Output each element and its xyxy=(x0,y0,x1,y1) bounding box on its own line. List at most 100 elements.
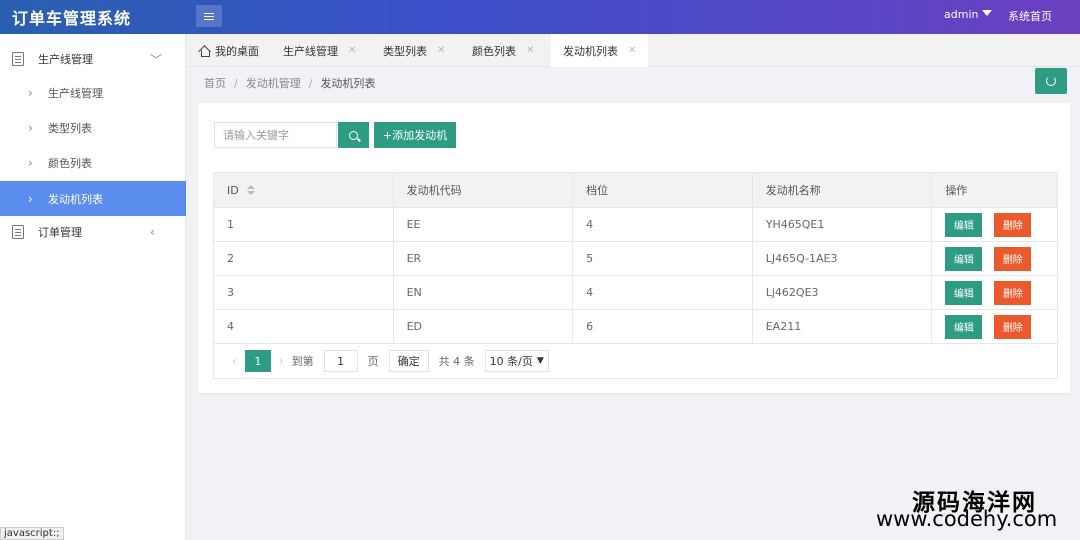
search-button[interactable] xyxy=(338,122,369,148)
sidebar-item-label: 生产线管理 xyxy=(48,86,103,100)
tab-bar: 我的桌面 生产线管理 ✕ 类型列表 ✕ 颜色列表 ✕ 发动机列表 ✕ xyxy=(187,34,1080,67)
current-page[interactable]: 1 xyxy=(244,350,271,372)
tab-type-list[interactable]: 类型列表 ✕ xyxy=(383,34,445,67)
document-icon xyxy=(12,52,24,66)
system-home-link[interactable]: 系统首页 xyxy=(1008,8,1052,24)
cell-code: EN xyxy=(394,276,574,309)
delete-button[interactable]: 删除 xyxy=(994,314,1032,339)
search-icon xyxy=(349,130,358,140)
goto-suffix: 页 xyxy=(367,355,379,368)
tab-production-line[interactable]: 生产线管理 ✕ xyxy=(283,34,356,67)
next-page-icon[interactable]: › xyxy=(279,354,284,368)
edit-button[interactable]: 编辑 xyxy=(945,314,983,339)
refresh-icon xyxy=(1046,76,1056,86)
tab-label: 颜色列表 xyxy=(472,44,516,58)
cell-gear: 4 xyxy=(573,208,753,241)
cell-gear: 6 xyxy=(573,310,753,343)
add-engine-button[interactable]: +添加发动机 xyxy=(374,122,456,148)
edit-button[interactable]: 编辑 xyxy=(945,246,983,271)
tab-label: 发动机列表 xyxy=(563,44,618,58)
chevron-right-icon: › xyxy=(28,191,33,206)
chevron-down-icon: ﹀ xyxy=(150,52,163,67)
goto-confirm-button[interactable]: 确定 xyxy=(388,350,429,372)
breadcrumb-home[interactable]: 首页 xyxy=(204,77,226,90)
chevron-right-icon: › xyxy=(28,155,33,170)
prev-page-icon[interactable]: ‹ xyxy=(232,354,237,368)
total-count: 共 4 条 xyxy=(438,355,475,368)
goto-prefix: 到第 xyxy=(291,355,314,368)
cell-gear: 5 xyxy=(573,242,753,275)
sidebar-item-production-line[interactable]: › 生产线管理 xyxy=(0,75,186,110)
column-header-gear: 档位 xyxy=(573,173,753,207)
sidebar-group-label: 订单管理 xyxy=(38,226,82,239)
cell-name: Lj462QE3 xyxy=(753,276,933,309)
cell-id: 3 xyxy=(214,276,394,309)
page-size-select[interactable]: 10 条/页 ▼ xyxy=(484,350,549,372)
close-icon[interactable]: ✕ xyxy=(348,45,356,56)
cell-id: 1 xyxy=(214,208,394,241)
sidebar-group-orders[interactable]: 订单管理 ‹ xyxy=(0,214,186,250)
search-input[interactable] xyxy=(214,122,337,148)
cell-code: ED xyxy=(394,310,574,343)
cell-code: ER xyxy=(394,242,574,275)
close-icon[interactable]: ✕ xyxy=(526,45,534,56)
user-name: admin xyxy=(944,8,979,21)
cell-actions: 编辑 删除 xyxy=(932,310,1057,343)
close-icon[interactable]: ✕ xyxy=(628,45,636,56)
cell-code: EE xyxy=(394,208,574,241)
cell-name: LJ465Q-1AE3 xyxy=(753,242,933,275)
column-header-actions: 操作 xyxy=(945,184,968,197)
table-header: ID 发动机代码 档位 发动机名称 操作 xyxy=(214,173,1057,208)
chevron-right-icon: › xyxy=(28,85,33,100)
edit-button[interactable]: 编辑 xyxy=(945,212,983,237)
sidebar: 生产线管理 ﹀ › 生产线管理 › 类型列表 › 颜色列表 › 发动机列表 订单… xyxy=(0,34,186,540)
breadcrumb-engine-mgmt[interactable]: 发动机管理 xyxy=(246,77,301,90)
sidebar-item-label: 颜色列表 xyxy=(48,156,92,170)
pagination: ‹ 1 › 到第 1 页 确定 共 4 条 10 条/页 ▼ xyxy=(214,344,1057,378)
cell-name: YH465QE1 xyxy=(753,208,933,241)
document-icon xyxy=(12,225,24,239)
tab-label: 生产线管理 xyxy=(283,44,338,58)
breadcrumb: 首页 / 发动机管理 / 发动机列表 xyxy=(204,77,376,90)
refresh-button[interactable] xyxy=(1035,68,1067,94)
sidebar-item-color-list[interactable]: › 颜色列表 xyxy=(0,145,186,180)
cell-name: EA211 xyxy=(753,310,933,343)
tab-color-list[interactable]: 颜色列表 ✕ xyxy=(472,34,534,67)
cell-id: 2 xyxy=(214,242,394,275)
sidebar-item-engine-list[interactable]: › 发动机列表 xyxy=(0,181,186,216)
sidebar-item-label: 类型列表 xyxy=(48,121,92,135)
tab-engine-list[interactable]: 发动机列表 ✕ xyxy=(551,34,649,67)
tab-desktop[interactable]: 我的桌面 xyxy=(199,34,259,67)
chevron-down-icon: ▼ xyxy=(536,356,544,366)
table-row: 1 EE 4 YH465QE1 编辑 删除 xyxy=(214,208,1057,242)
chevron-right-icon: › xyxy=(28,120,33,135)
home-icon xyxy=(199,45,210,57)
tab-label: 我的桌面 xyxy=(215,44,259,58)
table-row: 3 EN 4 Lj462QE3 编辑 删除 xyxy=(214,276,1057,310)
close-icon[interactable]: ✕ xyxy=(437,45,445,56)
app-title: 订单车管理系统 xyxy=(12,9,132,28)
delete-button[interactable]: 删除 xyxy=(994,212,1032,237)
sidebar-group-production[interactable]: 生产线管理 ﹀ xyxy=(0,41,186,77)
goto-page-input[interactable]: 1 xyxy=(323,350,358,372)
menu-toggle-icon[interactable] xyxy=(196,5,222,27)
delete-button[interactable]: 删除 xyxy=(994,246,1032,271)
tab-label: 类型列表 xyxy=(383,44,427,58)
user-menu[interactable]: admin xyxy=(944,8,993,21)
column-header-id[interactable]: ID xyxy=(214,173,394,207)
cell-actions: 编辑 删除 xyxy=(932,276,1057,309)
browser-status-bar: javascript:; xyxy=(0,527,64,540)
sort-icon[interactable] xyxy=(246,185,255,195)
cell-actions: 编辑 删除 xyxy=(932,208,1057,241)
sidebar-item-type-list[interactable]: › 类型列表 xyxy=(0,110,186,145)
cell-gear: 4 xyxy=(573,276,753,309)
cell-actions: 编辑 删除 xyxy=(932,242,1057,275)
sidebar-group-label: 生产线管理 xyxy=(38,53,93,66)
column-header-code: 发动机代码 xyxy=(394,173,574,207)
sidebar-item-label: 发动机列表 xyxy=(48,192,103,206)
table-row: 4 ED 6 EA211 编辑 删除 xyxy=(214,310,1057,344)
table-row: 2 ER 5 LJ465Q-1AE3 编辑 删除 xyxy=(214,242,1057,276)
cell-id: 4 xyxy=(214,310,394,343)
edit-button[interactable]: 编辑 xyxy=(945,280,983,305)
delete-button[interactable]: 删除 xyxy=(994,280,1032,305)
